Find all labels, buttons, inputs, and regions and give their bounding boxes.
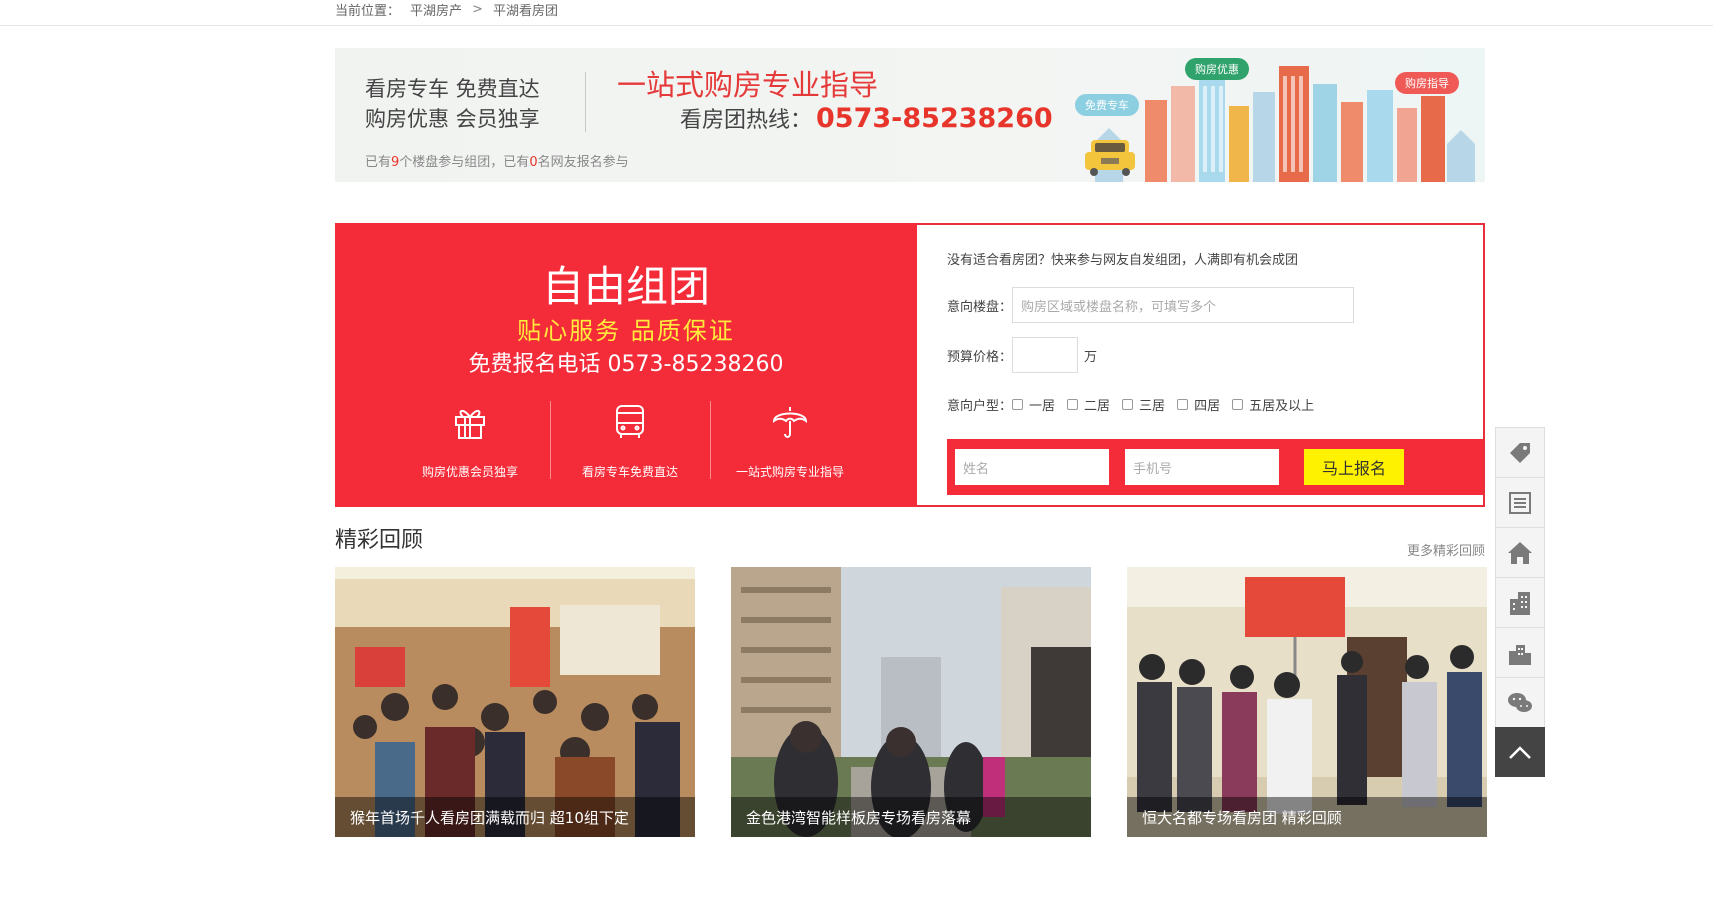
feature-label: 一站式购房专业指导 bbox=[735, 465, 844, 479]
banner-headline: 一站式购房专业指导 bbox=[617, 68, 879, 102]
city-icon bbox=[1509, 644, 1531, 665]
gift-icon bbox=[455, 410, 485, 439]
checkbox-box[interactable] bbox=[1012, 399, 1024, 410]
estate-label: 意向楼盘： bbox=[947, 299, 1013, 315]
checkbox-label: 四居 bbox=[1194, 399, 1221, 414]
signup-button[interactable]: 马上报名 bbox=[1304, 449, 1404, 485]
review-card[interactable]: 恒大名都专场看房团 精彩回顾 bbox=[1127, 567, 1487, 837]
checkbox-box[interactable] bbox=[1122, 399, 1134, 410]
back-to-top-button[interactable] bbox=[1495, 727, 1545, 777]
checkbox-label: 二居 bbox=[1084, 399, 1111, 414]
signup-form: 没有适合看房团？快来参与网友自发组团，人满即有机会成团 意向楼盘： 购房区域或楼… bbox=[917, 223, 1485, 507]
tag-free-bus: 免费专车 bbox=[1075, 94, 1139, 116]
review-caption[interactable]: 金色港湾智能样板房专场看房落幕 bbox=[731, 797, 1091, 837]
free-group-panel: 自由组团 贴心服务 品质保证 免费报名电话 0573-85238260 购房优惠… bbox=[335, 223, 917, 507]
breadcrumb-separator: > bbox=[472, 1, 483, 17]
name-input[interactable]: 姓名 bbox=[955, 449, 1109, 485]
feature-guide: 一站式购房专业指导 bbox=[710, 401, 870, 481]
checkbox-label: 一居 bbox=[1029, 399, 1056, 414]
back-to-top-icon bbox=[1509, 745, 1531, 759]
room-type-checkbox-2[interactable]: 二居 bbox=[1067, 395, 1110, 414]
wechat-icon bbox=[1508, 692, 1532, 712]
hero-banner: 看房专车 免费直达 购房优惠 会员独享 一站式购房专业指导 看房团热线： 057… bbox=[335, 48, 1485, 182]
checkbox-label: 五居及以上 bbox=[1249, 399, 1315, 414]
side-wechat-button[interactable] bbox=[1495, 677, 1545, 727]
side-city-button[interactable] bbox=[1495, 627, 1545, 677]
feature-bus: 看房专车免费直达 bbox=[550, 401, 710, 481]
review-card[interactable]: 金色港湾智能样板房专场看房落幕 bbox=[731, 567, 1091, 837]
banner-slogan: 看房专车 免费直达 购房优惠 会员独享 bbox=[365, 74, 540, 134]
group-subtitle: 贴心服务 品质保证 bbox=[517, 317, 735, 345]
breadcrumb-link-home[interactable]: 平湖房产 bbox=[410, 0, 462, 19]
phone-input[interactable]: 手机号 bbox=[1125, 449, 1279, 485]
tag-guide: 购房指导 bbox=[1395, 72, 1459, 94]
signup-bar: 姓名 手机号 马上报名 bbox=[947, 439, 1483, 495]
form-intro: 没有适合看房团？快来参与网友自发组团，人满即有机会成团 bbox=[947, 253, 1299, 268]
stats-text-2: 个楼盘参与组团，已有 bbox=[399, 155, 530, 170]
side-toolbar bbox=[1495, 427, 1545, 777]
feature-discount: 购房优惠会员独享 bbox=[390, 401, 550, 481]
hotline-number: 0573-85238260 bbox=[816, 103, 1053, 134]
review-caption[interactable]: 猴年首场千人看房团满载而归 超10组下定 bbox=[335, 797, 695, 837]
review-card[interactable]: 猴年首场千人看房团满载而归 超10组下定 bbox=[335, 567, 695, 837]
budget-unit: 万 bbox=[1084, 349, 1098, 365]
top-divider bbox=[0, 25, 1713, 26]
breadcrumb-prefix: 当前位置： bbox=[335, 3, 401, 19]
estate-row: 意向楼盘： 购房区域或楼盘名称，可填写多个 bbox=[947, 287, 1355, 323]
side-tag-button[interactable] bbox=[1495, 427, 1545, 477]
breadcrumb-current[interactable]: 平湖看房团 bbox=[493, 0, 558, 19]
side-list-button[interactable] bbox=[1495, 477, 1545, 527]
more-reviews-link[interactable]: 更多精彩回顾 bbox=[1400, 540, 1485, 559]
slogan-line-2: 购房优惠 会员独享 bbox=[365, 107, 540, 131]
checkbox-label: 三居 bbox=[1139, 399, 1166, 414]
room-type-row: 意向户型： 一居 二居 三居 四居 五居及以上 bbox=[947, 395, 1326, 414]
stats-text-3: 名网友报名参与 bbox=[537, 155, 629, 170]
bus-icon bbox=[616, 405, 644, 438]
feature-label: 购房优惠会员独享 bbox=[421, 465, 518, 479]
room-type-checkbox-4[interactable]: 四居 bbox=[1177, 395, 1220, 414]
banner-hotline: 看房团热线： 0573-85238260 bbox=[680, 102, 1053, 134]
feature-list: 购房优惠会员独享 看房专车免费直达 一站式购房专业指导 bbox=[390, 401, 870, 481]
group-phone: 免费报名电话 0573-85238260 bbox=[468, 352, 784, 377]
budget-input[interactable] bbox=[1012, 337, 1079, 373]
checkbox-box[interactable] bbox=[1067, 399, 1079, 410]
budget-label: 预算价格： bbox=[947, 349, 1013, 365]
taxi-icon bbox=[1085, 140, 1135, 176]
banner-stats: 已有9个楼盘参与组团，已有0名网友报名参与 bbox=[365, 151, 629, 170]
review-caption[interactable]: 恒大名都专场看房团 精彩回顾 bbox=[1127, 797, 1487, 837]
group-title: 自由组团 bbox=[541, 262, 710, 311]
review-section-title: 精彩回顾 bbox=[335, 528, 424, 553]
room-type-checkbox-5[interactable]: 五居及以上 bbox=[1232, 395, 1314, 414]
budget-row: 预算价格： 万 bbox=[947, 337, 1097, 373]
list-icon bbox=[1509, 491, 1531, 514]
slogan-line-1: 看房专车 免费直达 bbox=[365, 77, 540, 101]
side-home-button[interactable] bbox=[1495, 527, 1545, 577]
hotline-label: 看房团热线： bbox=[680, 108, 813, 133]
checkbox-box[interactable] bbox=[1232, 399, 1244, 410]
home-icon bbox=[1508, 541, 1532, 564]
stats-text-1: 已有 bbox=[365, 155, 392, 170]
tag-icon bbox=[1510, 442, 1530, 463]
room-type-label: 意向户型： bbox=[947, 399, 1013, 414]
feature-label: 看房专车免费直达 bbox=[581, 465, 678, 479]
breadcrumb: 当前位置： 平湖房产 > 平湖看房团 bbox=[335, 0, 558, 19]
stats-user-count: 0 bbox=[529, 155, 538, 170]
room-type-checkbox-3[interactable]: 三居 bbox=[1122, 395, 1165, 414]
tag-discount: 购房优惠 bbox=[1185, 58, 1249, 80]
banner-divider bbox=[585, 72, 586, 132]
building-icon bbox=[1510, 591, 1530, 615]
estate-input[interactable]: 购房区域或楼盘名称，可填写多个 bbox=[1012, 287, 1355, 323]
side-building-button[interactable] bbox=[1495, 577, 1545, 627]
umbrella-icon bbox=[772, 407, 808, 438]
checkbox-box[interactable] bbox=[1177, 399, 1189, 410]
room-type-checkbox-1[interactable]: 一居 bbox=[1012, 395, 1055, 414]
